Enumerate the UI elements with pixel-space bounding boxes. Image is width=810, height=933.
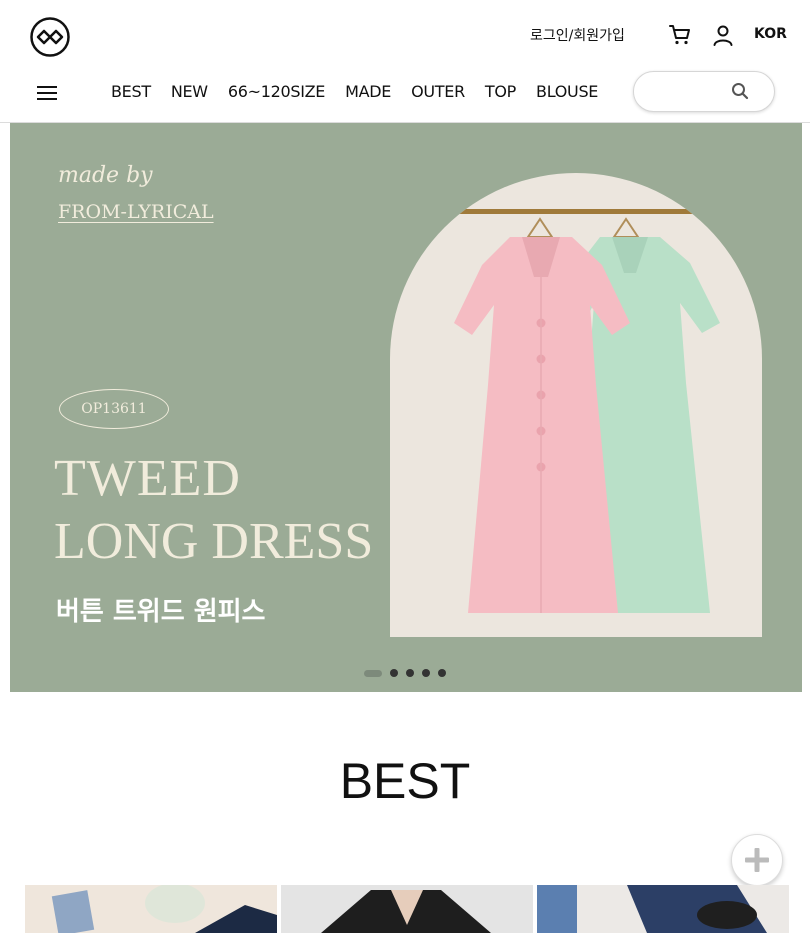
product-image-2 [281, 885, 533, 933]
nav-item-size[interactable]: 66~120SIZE [228, 82, 326, 101]
header: 로그인/회원가입 KOR [0, 0, 810, 72]
plus-icon [745, 848, 769, 872]
product-image-3 [537, 885, 789, 933]
product-card-2[interactable] [281, 885, 533, 933]
banner-brand: FROM-LYRICAL [58, 201, 214, 223]
banner-title-line2: LONG DRESS [54, 513, 374, 570]
best-section-title: BEST [339, 753, 471, 809]
nav-item-made[interactable]: MADE [345, 82, 391, 101]
slider-pagination [364, 669, 454, 677]
login-signup-link[interactable]: 로그인/회원가입 [530, 25, 625, 45]
brand-logo[interactable] [30, 17, 70, 57]
language-selector[interactable]: KOR [754, 26, 787, 42]
hamburger-menu-icon[interactable] [37, 84, 57, 102]
search-icon[interactable] [731, 82, 749, 100]
slider-dot-2[interactable] [390, 669, 398, 677]
search-box [633, 71, 775, 112]
dress-product-image [390, 173, 762, 637]
slider-dot-3[interactable] [406, 669, 414, 677]
cart-icon[interactable] [668, 23, 692, 47]
banner-made-by: made by [58, 163, 153, 188]
product-image-1 [25, 885, 277, 933]
slider-dot-4[interactable] [422, 669, 430, 677]
product-card-1[interactable] [25, 885, 277, 933]
user-icon[interactable] [711, 23, 735, 47]
banner-title-line1: TWEED [54, 450, 241, 507]
add-more-button[interactable] [731, 834, 783, 886]
banner-product-code: OP13611 [59, 389, 169, 429]
nav-item-new[interactable]: NEW [171, 82, 208, 101]
search-input[interactable] [648, 81, 732, 103]
main-nav: BEST NEW 66~120SIZE MADE OUTER TOP BLOUS… [111, 82, 618, 101]
slider-dot-1[interactable] [364, 669, 382, 677]
nav-item-best[interactable]: BEST [111, 82, 151, 101]
nav-item-blouse[interactable]: BLOUSE [536, 82, 598, 101]
nav-item-outer[interactable]: OUTER [411, 82, 465, 101]
product-card-3[interactable] [537, 885, 789, 933]
hero-banner[interactable]: made by FROM-LYRICAL OP13611 TWEED LONG … [10, 123, 802, 692]
slider-dot-5[interactable] [438, 669, 446, 677]
banner-subtitle: 버튼 트위드 원피스 [56, 597, 266, 627]
nav-item-top[interactable]: TOP [485, 82, 516, 101]
